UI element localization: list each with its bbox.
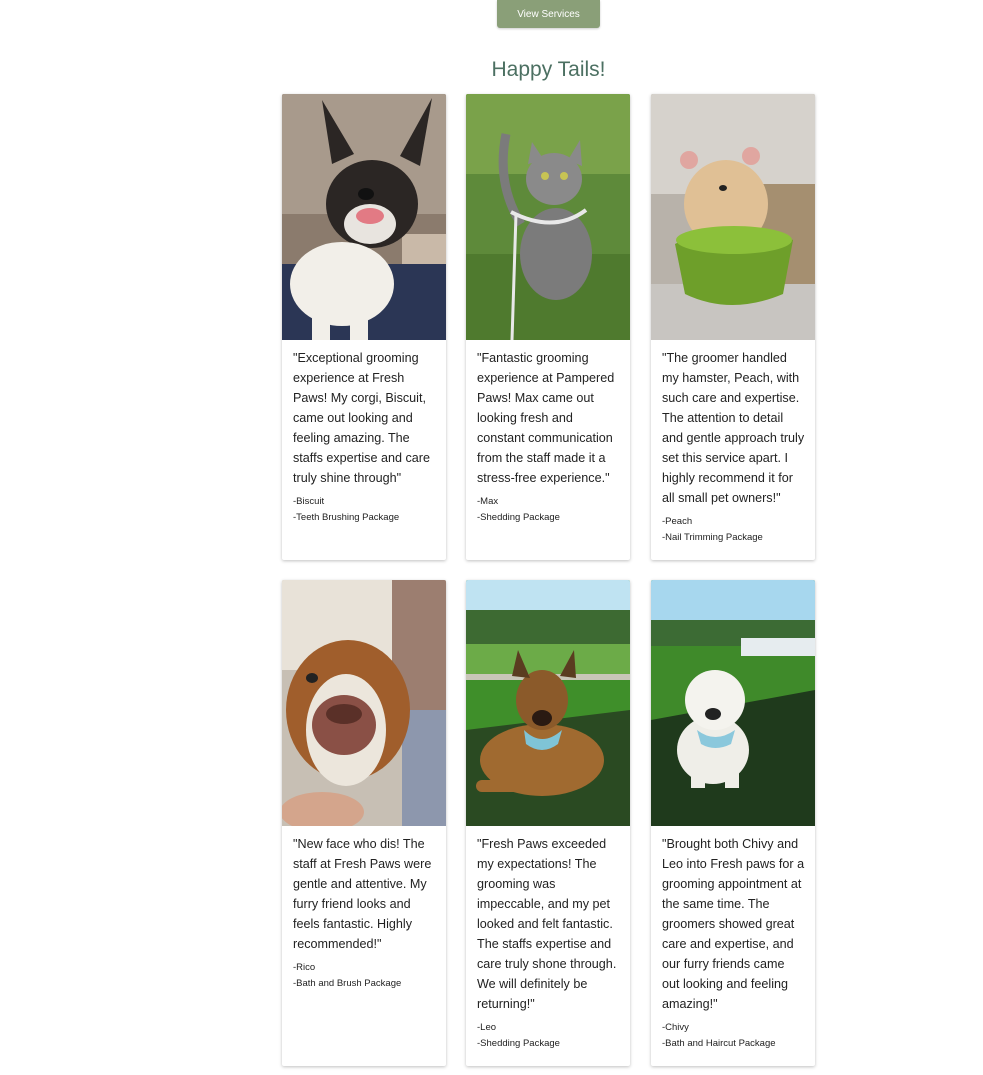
testimonial-pet-name: -Biscuit [293, 496, 325, 507]
testimonial-quote: "Brought both Chivy and Leo into Fresh p… [662, 837, 805, 1011]
testimonial-package: -Bath and Brush Package [293, 977, 402, 989]
dog-photo [651, 580, 815, 826]
testimonial-package: -Bath and Haircut Package [662, 1037, 776, 1049]
section-title: Happy Tails! [491, 58, 606, 81]
dog-photo [466, 580, 630, 826]
testimonial-card-chivy: "Brought both Chivy and Leo into Fresh p… [651, 580, 815, 1066]
view-services-button[interactable]: View Services [497, 0, 600, 28]
testimonial-pet-name: -Rico [293, 962, 316, 973]
testimonial-quote: "Fantastic grooming experience at Pamper… [477, 351, 615, 485]
hamster-photo [651, 94, 815, 340]
testimonial-pet-name: -Peach [662, 516, 693, 527]
testimonial-package: -Teeth Brushing Package [293, 511, 400, 523]
testimonial-package: -Nail Trimming Package [662, 531, 763, 543]
testimonial-quote: "The groomer handled my hamster, Peach, … [662, 351, 805, 505]
testimonial-pet-name: -Max [477, 496, 499, 507]
testimonial-card-max: "Fantastic grooming experience at Pamper… [466, 94, 630, 560]
testimonial-card-peach: "The groomer handled my hamster, Peach, … [651, 94, 815, 560]
cat-photo [466, 94, 630, 340]
testimonial-card-biscuit: "Exceptional grooming experience at Fres… [282, 94, 446, 560]
testimonial-package: -Shedding Package [477, 511, 560, 523]
dog-photo [282, 580, 446, 826]
testimonial-package: -Shedding Package [477, 1037, 560, 1049]
testimonial-card-leo: "Fresh Paws exceeded my expectations! Th… [466, 580, 630, 1066]
testimonial-pet-name: -Leo [477, 1022, 497, 1033]
testimonial-quote: "Exceptional grooming experience at Fres… [293, 351, 430, 485]
testimonial-card-rico: "New face who dis! The staff at Fresh Pa… [282, 580, 446, 1066]
dog-photo [282, 94, 446, 340]
testimonial-quote: "New face who dis! The staff at Fresh Pa… [293, 837, 432, 951]
testimonial-pet-name: -Chivy [662, 1022, 689, 1033]
testimonial-quote: "Fresh Paws exceeded my expectations! Th… [477, 837, 617, 1011]
